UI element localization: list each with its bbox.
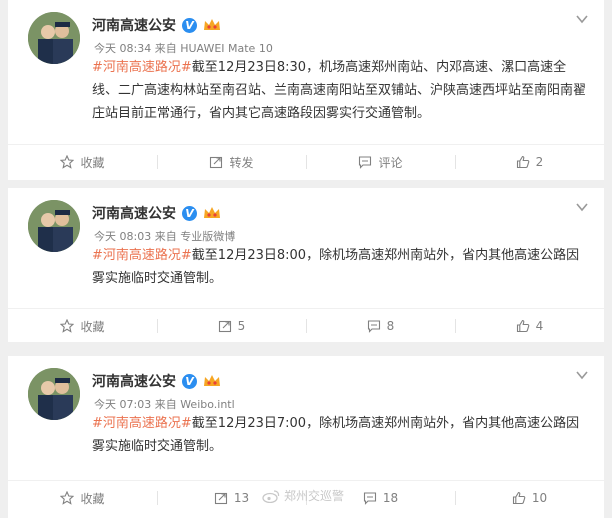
weibo-watermark: 郑州交巡警 (262, 487, 344, 504)
collect-button[interactable]: 收藏 (8, 309, 157, 343)
avatar[interactable] (28, 368, 80, 420)
star-icon (60, 491, 75, 505)
comment-icon (359, 156, 372, 169)
post-source: Weibo.intl (180, 398, 235, 411)
comment-count: 18 (382, 491, 399, 505)
avatar-image (28, 200, 80, 252)
collect-button[interactable]: 收藏 (8, 145, 157, 179)
post-text: #河南高速路况#截至12月23日7:00，除机场高速郑州南站外，省内其他高速公路… (92, 412, 592, 458)
post-source: HUAWEI Mate 10 (180, 42, 273, 55)
comment-icon (367, 320, 380, 333)
like-count: 2 (535, 155, 544, 169)
hashtag-link[interactable]: #河南高速路况# (92, 60, 192, 75)
source-prefix: 来自 (154, 398, 177, 411)
collect-label: 收藏 (80, 155, 105, 170)
avatar-image (28, 368, 80, 420)
forward-count: 转发 (229, 155, 254, 170)
thumbs-up-icon (516, 155, 530, 169)
thumbs-up-icon (512, 491, 526, 505)
author-name[interactable]: 河南高速公安 (92, 203, 176, 223)
watermark-text: 郑州交巡警 (284, 489, 345, 503)
collect-label: 收藏 (80, 491, 105, 506)
comment-count: 评论 (378, 155, 403, 170)
hashtag-link[interactable]: #河南高速路况# (92, 248, 192, 263)
forward-icon (210, 156, 223, 169)
forward-count: 5 (237, 319, 246, 333)
post-text: #河南高速路况#截至12月23日8:30，机场高速郑州南站、内邓高速、漯口高速全… (92, 56, 592, 125)
source-prefix: 来自 (154, 42, 177, 55)
forward-button[interactable]: 5 (157, 309, 306, 343)
post-text: #河南高速路况#截至12月23日8:00，除机场高速郑州南站外，省内其他高速公路… (92, 244, 592, 290)
post-source: 专业版微博 (180, 230, 236, 243)
vip-crown-icon (204, 19, 220, 30)
forward-button[interactable]: 转发 (157, 145, 306, 179)
comment-icon (363, 492, 376, 505)
vip-crown-icon (204, 375, 220, 386)
avatar[interactable] (28, 12, 80, 64)
post-meta: 今天 08:03 来自 专业版微博 (94, 228, 235, 244)
verified-icon: V (182, 205, 197, 221)
forward-icon (214, 492, 227, 505)
post-time[interactable]: 今天 08:34 (94, 42, 151, 55)
author-name[interactable]: 河南高速公安 (92, 15, 176, 35)
comment-button[interactable]: 8 (306, 309, 455, 343)
post-meta: 今天 08:34 来自 HUAWEI Mate 10 (94, 40, 273, 56)
thumbs-up-icon (516, 319, 530, 333)
chevron-down-icon[interactable] (576, 202, 588, 212)
like-count: 10 (531, 491, 548, 505)
forward-count: 13 (233, 491, 250, 505)
chevron-down-icon[interactable] (576, 370, 588, 380)
vip-crown-icon (204, 207, 220, 218)
weibo-post-2: 河南高速公安 V 今天 08:03 来自 专业版微博 #河南高速路况#截至12月… (8, 188, 604, 342)
avatar-image (28, 12, 80, 64)
avatar[interactable] (28, 200, 80, 252)
post-time[interactable]: 今天 07:03 (94, 398, 151, 411)
chevron-down-icon[interactable] (576, 14, 588, 24)
forward-icon (218, 320, 231, 333)
action-bar: 收藏 5 8 4 (8, 308, 604, 343)
like-button[interactable]: 10 (455, 481, 604, 515)
post-time[interactable]: 今天 08:03 (94, 230, 151, 243)
comment-button[interactable]: 评论 (306, 145, 455, 179)
verified-icon: V (182, 17, 197, 33)
source-prefix: 来自 (154, 230, 177, 243)
like-count: 4 (535, 319, 544, 333)
author-name[interactable]: 河南高速公安 (92, 371, 176, 391)
like-button[interactable]: 4 (455, 309, 604, 343)
collect-button[interactable]: 收藏 (8, 481, 157, 515)
hashtag-link[interactable]: #河南高速路况# (92, 416, 192, 431)
star-icon (60, 155, 75, 169)
verified-icon: V (182, 373, 197, 389)
weibo-post-1: 河南高速公安 V 今天 08:34 来自 HUAWEI Mate 10 #河南高… (8, 0, 604, 180)
weibo-logo-icon (262, 489, 280, 503)
collect-label: 收藏 (80, 319, 105, 334)
like-button[interactable]: 2 (455, 145, 604, 179)
star-icon (60, 319, 75, 333)
action-bar: 收藏 转发 评论 2 (8, 144, 604, 179)
comment-count: 8 (386, 319, 395, 333)
post-meta: 今天 07:03 来自 Weibo.intl (94, 396, 235, 412)
